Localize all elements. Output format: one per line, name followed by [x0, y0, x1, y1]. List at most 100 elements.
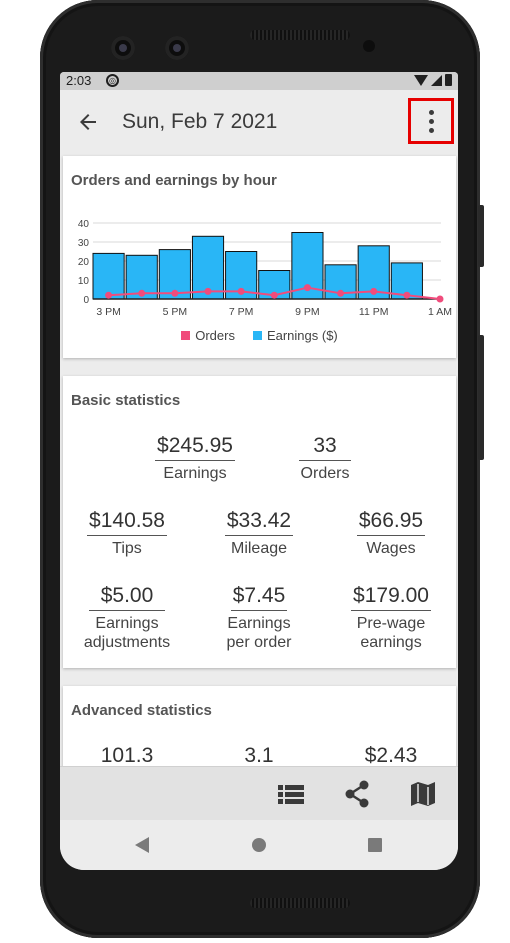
x-tick-label: 11 PM: [359, 306, 389, 318]
x-tick-label: 1 AM: [428, 306, 452, 318]
wifi-icon: [414, 74, 428, 86]
y-tick-label: 0: [83, 295, 89, 306]
orders-point: [237, 287, 245, 295]
orders-point: [105, 291, 113, 299]
front-camera-icon: [111, 36, 135, 60]
status-time: 2:03: [66, 73, 92, 88]
advanced-stat-2: 3.1: [209, 744, 309, 766]
more-options-icon[interactable]: [408, 98, 454, 144]
stat-wages: $66.95 Wages: [341, 509, 441, 558]
stat-adjustments-label-line-1: Earnings: [95, 615, 159, 632]
map-icon[interactable]: [408, 780, 438, 808]
nav-recents-icon[interactable]: [368, 838, 382, 852]
x-tick-label: 9 PM: [295, 306, 320, 318]
stat-per-order-label-line-2: per order: [226, 634, 292, 651]
earpiece-speaker: [250, 30, 350, 40]
stat-tips: $140.58 Tips: [77, 509, 177, 558]
advanced-statistics-card: Advanced statistics 101.3 3.1 $2.43: [63, 686, 456, 766]
stat-tips-value: $140.58: [87, 509, 167, 536]
stat-mileage-value: $33.42: [224, 509, 294, 536]
bottom-speaker: [250, 898, 350, 908]
app-notification-icon: ◎: [106, 74, 119, 87]
legend-swatch-earnings: [252, 331, 262, 340]
y-tick-label: 10: [78, 276, 90, 287]
legend-swatch-orders: [181, 331, 191, 340]
volume-button: [478, 205, 484, 267]
advanced-stat-3-value: $2.43: [364, 744, 418, 766]
stat-prewage-label: Pre-wage earnings: [341, 614, 441, 652]
advanced-statistics-title: Advanced statistics: [71, 702, 212, 719]
app-bar: Sun, Feb 7 2021: [60, 90, 458, 154]
status-icons: [414, 74, 452, 86]
stat-prewage-value: $179.00: [351, 584, 431, 611]
stat-per-order-label-line-1: Earnings: [227, 615, 291, 632]
chart-card-title: Orders and earnings by hour: [71, 172, 277, 189]
stat-mileage: $33.42 Mileage: [209, 509, 309, 558]
stat-prewage-label-line-1: Pre-wage: [356, 615, 426, 632]
stat-adjustments-value: $5.00: [88, 584, 166, 611]
status-bar: 2:03 ◎: [60, 72, 458, 90]
list-icon[interactable]: [276, 780, 306, 808]
advanced-stat-3: $2.43: [341, 744, 441, 766]
stat-per-order-label: Earnings per order: [209, 614, 309, 652]
share-icon[interactable]: [342, 780, 372, 808]
advanced-stat-1-value: 101.3: [100, 744, 154, 766]
y-tick-label: 30: [78, 238, 90, 249]
stat-earnings-label: Earnings: [163, 465, 227, 482]
front-camera-icon: [165, 36, 189, 60]
stat-per-order: $7.45 Earnings per order: [209, 584, 309, 652]
stat-adjustments-label-line-2: adjustments: [83, 634, 171, 651]
orders-earnings-chart: 0 10 20 30 40 3 PM 5 PM 7 PM 9 PM 11 PM 1 AM: [78, 219, 452, 318]
orders-point: [403, 291, 411, 299]
stat-earnings-value: $245.95: [155, 434, 235, 461]
orders-point: [337, 289, 345, 297]
legend-label-earnings: Earnings ($): [266, 328, 338, 343]
stat-prewage-label-line-2: earnings: [360, 634, 422, 651]
orders-point: [138, 289, 146, 297]
stat-earnings: $245.95 Earnings: [145, 434, 245, 483]
nav-home-icon[interactable]: [252, 838, 266, 852]
chart-legend: Orders Earnings ($): [63, 328, 456, 343]
scroll-content[interactable]: Orders and earnings by hour 0 10 20 30 40 3 P…: [60, 154, 458, 766]
orders-point: [204, 287, 212, 295]
basic-statistics-title: Basic statistics: [71, 392, 181, 409]
advanced-stat-1: 101.3: [77, 744, 177, 766]
screen: 2:03 ◎ Sun, Feb 7 2021 Orders and earnin…: [60, 72, 458, 870]
orders-point: [303, 284, 311, 292]
y-tick-label: 40: [78, 219, 90, 230]
stat-wages-label: Wages: [366, 540, 416, 557]
legend-label-orders: Orders: [195, 328, 235, 343]
nav-back-icon[interactable]: [135, 837, 149, 853]
top-bezel: [40, 0, 480, 70]
battery-icon: [445, 74, 452, 86]
stat-adjustments-label: Earnings adjustments: [77, 614, 177, 652]
proximity-sensor: [363, 40, 375, 52]
basic-statistics-card: Basic statistics $245.95 Earnings 33 Ord…: [63, 376, 456, 668]
x-tick-label: 3 PM: [96, 306, 121, 318]
x-tick-label: 5 PM: [163, 306, 188, 318]
orders-point: [270, 291, 278, 299]
stat-tips-label: Tips: [112, 540, 142, 557]
y-tick-label: 20: [78, 257, 90, 268]
stat-wages-value: $66.95: [356, 509, 426, 536]
advanced-stat-2-value: 3.1: [244, 744, 274, 766]
stat-orders-value: 33: [299, 434, 351, 461]
stat-adjustments: $5.00 Earnings adjustments: [77, 584, 177, 652]
stat-orders: 33 Orders: [285, 434, 365, 483]
orders-point: [436, 295, 444, 303]
chart-card: Orders and earnings by hour 0 10 20 30 40 3 P…: [63, 156, 456, 358]
legend-item-orders[interactable]: Orders: [181, 328, 235, 343]
system-nav-bar: [60, 820, 458, 870]
legend-item-earnings[interactable]: Earnings ($): [252, 328, 338, 343]
x-tick-label: 7 PM: [229, 306, 254, 318]
signal-icon: [431, 74, 442, 86]
stat-orders-label: Orders: [300, 465, 350, 482]
stat-prewage: $179.00 Pre-wage earnings: [341, 584, 441, 652]
page-title: Sun, Feb 7 2021: [122, 110, 278, 133]
bottom-action-bar: [60, 766, 458, 820]
stat-per-order-value: $7.45: [230, 584, 288, 611]
back-arrow-icon[interactable]: [76, 110, 100, 134]
orders-point: [370, 287, 378, 295]
stat-mileage-label: Mileage: [230, 540, 288, 557]
orders-point: [171, 289, 179, 297]
